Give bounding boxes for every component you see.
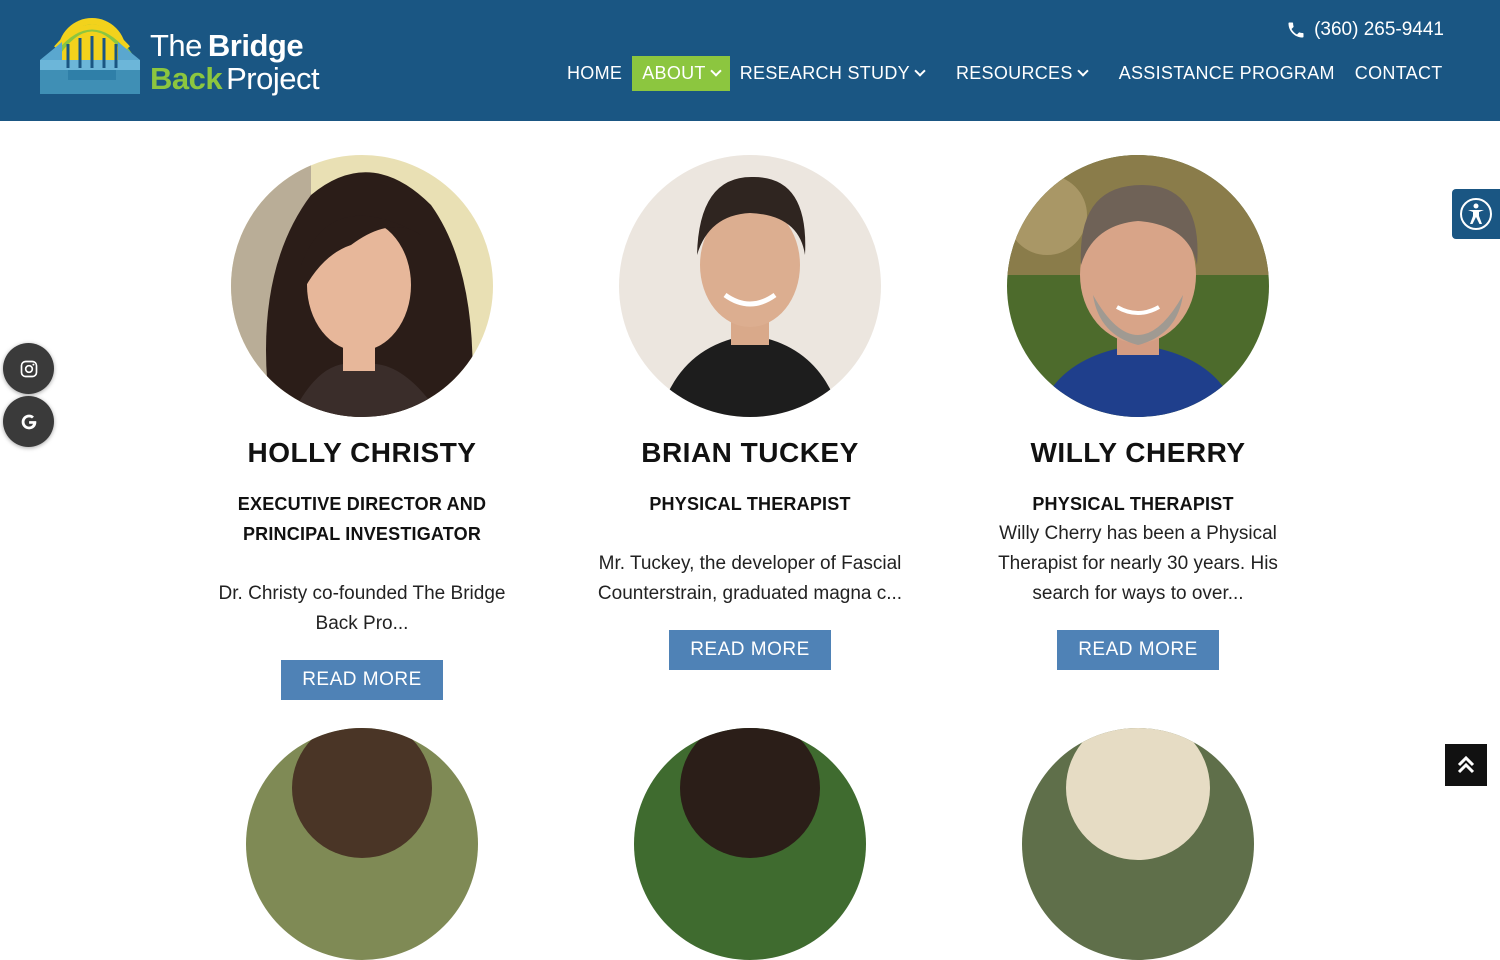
read-more-button[interactable]: READ MORE	[669, 630, 831, 670]
bio-line: search for ways to over...	[1032, 583, 1244, 604]
logo-project: Project	[226, 61, 320, 96]
accessibility-button[interactable]	[1452, 189, 1500, 239]
team-member-role: EXECUTIVE DIRECTOR AND PRINCIPAL INVESTI…	[172, 489, 552, 549]
instagram-button[interactable]	[3, 343, 54, 394]
team-card-willy-cherry: WILLY CHERRY PHYSICAL THERAPIST Willy Ch…	[948, 155, 1328, 670]
team-member-name: BRIAN TUCKEY	[641, 437, 859, 468]
nav-assistance-label: ASSISTANCE PROGRAM	[1118, 63, 1335, 83]
avatar	[619, 155, 881, 417]
bio-line: Dr. Christy co-founded The Bridge	[218, 583, 506, 604]
bio-line: Counterstrain, graduated magna c...	[597, 583, 903, 604]
avatar	[246, 728, 478, 960]
team-member-bio: Dr. Christy co-founded The Bridge Back P…	[172, 579, 552, 639]
team-card-brian-tuckey: BRIAN TUCKEY PHYSICAL THERAPIST Mr. Tuck…	[560, 155, 940, 670]
accessibility-icon	[1460, 198, 1492, 230]
bio-line: Back Pro...	[315, 613, 409, 634]
avatar	[1022, 728, 1254, 960]
role-line: PHYSICAL THERAPIST	[649, 494, 851, 514]
site-logo[interactable]: The Bridge Back Project	[38, 8, 320, 108]
nav-home-label: HOME	[567, 63, 623, 83]
site-header: The Bridge Back Project (360) 265-9441 HOM…	[0, 0, 1500, 121]
bio-line: Willy Cherry has been a Physical	[999, 523, 1277, 544]
phone-link[interactable]: (360) 265-9441	[1286, 19, 1444, 41]
team-member-bio: Willy Cherry has been a Physical Therapi…	[948, 519, 1328, 609]
avatar	[231, 155, 493, 417]
team-member-name: WILLY CHERRY	[1030, 437, 1246, 468]
bio-line: Mr. Tuckey, the developer of Fascial	[598, 553, 902, 574]
chevron-down-icon	[710, 64, 722, 77]
logo-text: The Bridge Back Project	[150, 28, 320, 96]
team-member-name: HOLLY CHRISTY	[247, 437, 477, 468]
nav-resources-label: RESOURCES	[955, 63, 1073, 83]
google-button[interactable]	[3, 396, 54, 447]
role-line: EXECUTIVE DIRECTOR AND	[237, 494, 487, 514]
nav-research-label: RESEARCH STUDY	[739, 63, 910, 83]
avatar	[1007, 155, 1269, 417]
avatar	[634, 728, 866, 960]
holly-christy-photo	[231, 155, 493, 417]
nav-about[interactable]: ABOUT	[632, 56, 730, 91]
nav-research-study[interactable]: RESEARCH STUDY	[730, 56, 934, 91]
willy-cherry-photo	[1007, 155, 1269, 417]
nav-assistance-program[interactable]: ASSISTANCE PROGRAM	[1109, 56, 1345, 91]
bio-line: Therapist for nearly 30 years. His	[998, 553, 1278, 574]
role-line: PRINCIPAL INVESTIGATOR	[242, 524, 482, 544]
nav-contact-label: CONTACT	[1354, 63, 1443, 83]
team-member-photo	[634, 728, 866, 960]
bridge-logo-icon	[40, 18, 140, 94]
team-member-bio: Mr. Tuckey, the developer of Fascial Cou…	[560, 549, 940, 609]
role-line: PHYSICAL THERAPIST	[1032, 494, 1234, 514]
read-more-button[interactable]: READ MORE	[281, 660, 443, 700]
nav-contact[interactable]: CONTACT	[1345, 56, 1453, 91]
instagram-icon	[20, 360, 37, 377]
team-member-photo	[246, 728, 478, 960]
scroll-to-top-button[interactable]	[1445, 744, 1487, 786]
main-nav: HOME ABOUT RESEARCH STUDY RESOURCES ASSI…	[557, 56, 1453, 91]
logo-the: The	[150, 28, 202, 63]
team-member-role: PHYSICAL THERAPIST	[938, 489, 1328, 519]
nav-home[interactable]: HOME	[557, 56, 632, 91]
team-member-role: PHYSICAL THERAPIST	[560, 489, 940, 519]
chevron-down-icon	[1077, 64, 1089, 77]
double-chevron-up-icon	[1457, 755, 1475, 774]
team-member-photo	[1022, 728, 1254, 960]
logo-back: Back	[150, 61, 223, 96]
nav-resources[interactable]: RESOURCES	[946, 56, 1097, 91]
team-card-holly-christy: HOLLY CHRISTY EXECUTIVE DIRECTOR AND PRI…	[172, 155, 552, 700]
read-more-button[interactable]: READ MORE	[1057, 630, 1219, 670]
phone-icon	[1288, 22, 1304, 38]
google-icon	[21, 414, 36, 429]
chevron-down-icon	[914, 64, 926, 77]
brian-tuckey-photo	[619, 155, 881, 417]
nav-about-label: ABOUT	[642, 63, 706, 83]
logo-bridge: Bridge	[207, 28, 304, 63]
phone-number: (360) 265-9441	[1314, 19, 1444, 40]
